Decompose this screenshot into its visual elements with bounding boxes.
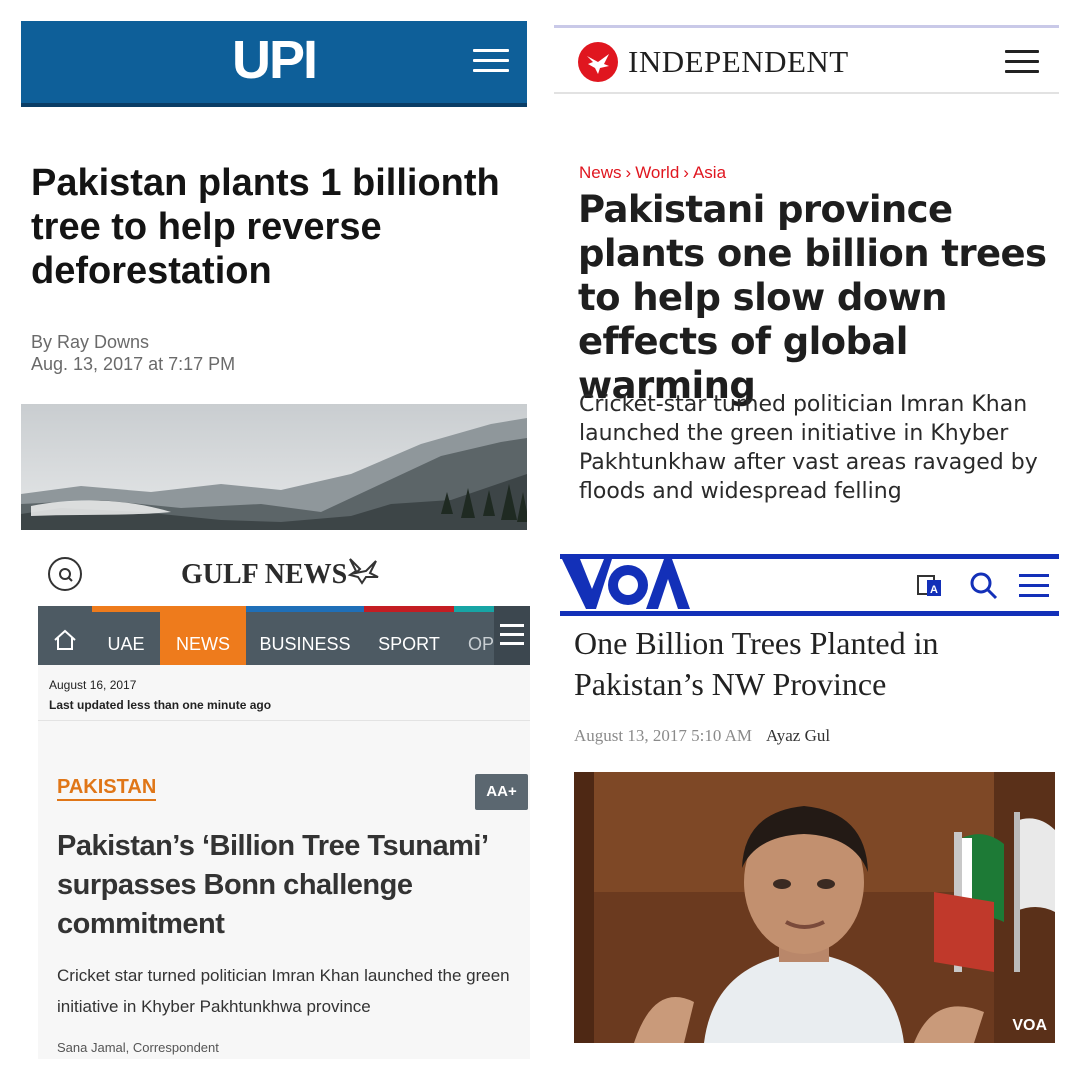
portrait-illustration — [574, 772, 1055, 1043]
independent-headline: Pakistani province plants one billion tr… — [578, 188, 1047, 407]
voa-logo[interactable] — [562, 559, 690, 611]
gulf-news-updated: Last updated less than one minute ago — [49, 698, 272, 712]
upi-header: UPI — [21, 21, 527, 107]
nav-tab-news[interactable]: NEWS — [160, 606, 246, 665]
gulf-news-nav: UAE NEWS BUSINESS SPORT OP — [38, 606, 530, 665]
upi-article-panel: UPI Pakistan plants 1 billionth tree to … — [21, 21, 527, 530]
breadcrumb: News › World › Asia — [579, 163, 730, 183]
upi-headline: Pakistan plants 1 billionth tree to help… — [31, 162, 500, 292]
independent-standfirst: Cricket-star turned politician Imran Kha… — [579, 392, 1038, 504]
gulf-news-logo[interactable]: GULF NEWS — [181, 559, 347, 591]
voa-header-icons: A — [907, 569, 1057, 603]
gulf-news-author: Sana Jamal, Correspondent — [57, 1040, 219, 1055]
nav-tab-business[interactable]: BUSINESS — [246, 606, 364, 665]
gulf-news-date: August 16, 2017 — [49, 678, 137, 692]
upi-mountain-photo — [21, 404, 527, 530]
voa-watermark: VOA — [1012, 1017, 1047, 1034]
section-label[interactable]: PAKISTAN — [57, 775, 157, 801]
breadcrumb-news[interactable]: News — [579, 163, 622, 182]
voa-headline: One Billion Trees Planted in Pakistan’s … — [574, 625, 939, 702]
nav-tab-sport[interactable]: SPORT — [364, 606, 454, 665]
voa-author[interactable]: Ayaz Gul — [766, 726, 830, 745]
breadcrumb-asia[interactable]: Asia — [693, 163, 726, 182]
text-size-button[interactable]: AA+ — [475, 774, 528, 810]
independent-menu-icon[interactable] — [1005, 50, 1039, 76]
breadcrumb-separator: › — [683, 163, 689, 182]
voa-date: August 13, 2017 5:10 AM — [574, 726, 753, 745]
gulf-news-standfirst: Cricket star turned politician Imran Kha… — [57, 966, 510, 1016]
gulf-news-headline: Pakistan’s ‘Billion Tree Tsunami’ surpas… — [57, 830, 487, 940]
breadcrumb-world[interactable]: World — [635, 163, 679, 182]
divider — [38, 720, 530, 721]
home-nav-button[interactable] — [38, 606, 92, 665]
voa-article-panel: A One Billion Trees Planted in Pakistan’… — [560, 549, 1059, 1059]
gulf-news-article-panel: GULF NEWS UAE NEWS BUSINESS SPORT OP Aug… — [38, 549, 530, 1059]
upi-byline-block: By Ray Downs Aug. 13, 2017 at 7:17 PM — [31, 331, 235, 375]
home-icon — [54, 629, 76, 650]
falcon-icon — [347, 558, 379, 585]
voa-article-photo: VOA — [574, 772, 1055, 1043]
language-icon[interactable]: A — [915, 571, 945, 601]
independent-logo[interactable]: INDEPENDENT — [628, 44, 849, 80]
upi-byline: By Ray Downs — [31, 332, 150, 352]
svg-text:A: A — [930, 584, 938, 596]
voa-meta: August 13, 2017 5:10 AM Ayaz Gul — [574, 726, 830, 746]
voa-header: A — [560, 559, 1059, 616]
menu-icon[interactable] — [494, 606, 530, 665]
menu-icon[interactable] — [1017, 571, 1051, 601]
nav-tab-uae[interactable]: UAE — [92, 606, 160, 665]
upi-menu-icon[interactable] — [473, 49, 509, 75]
independent-eagle-icon[interactable] — [578, 42, 618, 82]
nav-tab-opinion[interactable]: OP — [454, 606, 494, 665]
independent-article-panel: INDEPENDENT News › World › Asia Pakistani pr… — [554, 21, 1059, 530]
upi-logo[interactable]: UPI — [21, 29, 527, 91]
upi-date: Aug. 13, 2017 at 7:17 PM — [31, 354, 236, 374]
gulf-news-header: GULF NEWS — [38, 549, 530, 606]
search-icon[interactable] — [48, 557, 82, 591]
independent-header: INDEPENDENT — [554, 28, 1059, 94]
breadcrumb-separator: › — [625, 163, 632, 182]
search-icon[interactable] — [969, 571, 999, 601]
